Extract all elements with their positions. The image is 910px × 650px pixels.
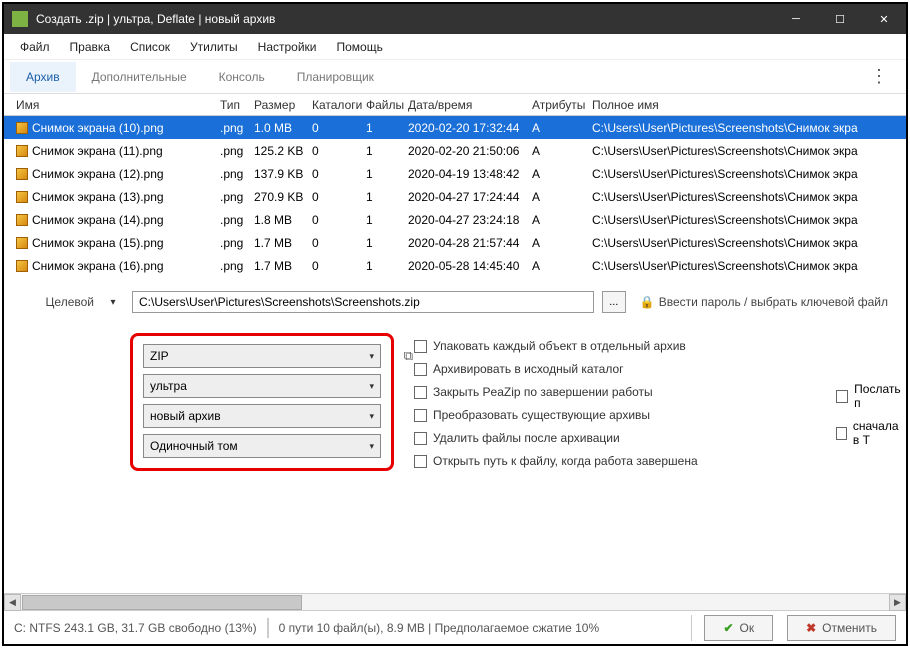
col-name[interactable]: Имя bbox=[12, 98, 216, 112]
check-label: Удалить файлы после архивации bbox=[433, 431, 620, 445]
file-row[interactable]: Снимок экрана (10).png.png1.0 MB012020-0… bbox=[4, 116, 906, 139]
password-link-text: Ввести пароль / выбрать ключевой файл bbox=[659, 295, 888, 309]
chevron-down-icon: ▾ bbox=[369, 351, 374, 362]
level-value: ультра bbox=[150, 379, 187, 393]
file-icon bbox=[16, 168, 28, 180]
target-row: Целевой ▾ ... 🔒 Ввести пароль / выбрать … bbox=[22, 291, 888, 313]
check-label: Закрыть PeaZip по завершении работы bbox=[433, 385, 653, 399]
col-files[interactable]: Файлы bbox=[362, 98, 404, 112]
file-row[interactable]: Снимок экрана (12).png.png137.9 KB012020… bbox=[4, 162, 906, 185]
menu-list[interactable]: Список bbox=[120, 36, 180, 58]
tab-archive[interactable]: Архив bbox=[10, 62, 76, 92]
copy-icon[interactable]: ⧉ bbox=[404, 348, 413, 364]
x-icon: ✖ bbox=[806, 621, 816, 635]
file-row[interactable]: Снимок экрана (15).png.png1.7 MB012020-0… bbox=[4, 231, 906, 254]
check-label: сначала в T bbox=[853, 419, 906, 447]
horizontal-scrollbar[interactable]: ◀ ▶ bbox=[4, 593, 906, 610]
scroll-thumb[interactable] bbox=[22, 595, 302, 610]
file-icon bbox=[16, 237, 28, 249]
check-separate-archives[interactable]: Упаковать каждый объект в отдельный архи… bbox=[414, 339, 698, 353]
file-row[interactable]: Снимок экрана (14).png.png1.8 MB012020-0… bbox=[4, 208, 906, 231]
col-attr[interactable]: Атрибуты bbox=[528, 98, 588, 112]
tabbar: Архив Дополнительные Консоль Планировщик… bbox=[4, 60, 906, 94]
menu-tools[interactable]: Утилиты bbox=[180, 36, 248, 58]
chevron-down-icon: ▾ bbox=[369, 381, 374, 392]
file-row[interactable]: Снимок экрана (16).png.png1.7 MB012020-0… bbox=[4, 254, 906, 277]
right-checkboxes-truncated: Послать п сначала в T bbox=[836, 382, 906, 447]
ok-button[interactable]: ✔ Ок bbox=[704, 615, 773, 641]
check-delete-after[interactable]: Удалить файлы после архивации bbox=[414, 431, 698, 445]
menu-settings[interactable]: Настройки bbox=[248, 36, 327, 58]
menubar: Файл Правка Список Утилиты Настройки Пом… bbox=[4, 34, 906, 60]
cancel-button[interactable]: ✖ Отменить bbox=[787, 615, 896, 641]
level-select[interactable]: ультра ▾ bbox=[143, 374, 381, 398]
archive-info: 0 пути 10 файл(ы), 8.9 MB | Предполагаем… bbox=[279, 621, 600, 635]
col-full[interactable]: Полное имя bbox=[588, 98, 858, 112]
mode-value: новый архив bbox=[150, 409, 221, 423]
col-date[interactable]: Дата/время bbox=[404, 98, 528, 112]
col-type[interactable]: Тип bbox=[216, 98, 250, 112]
file-icon bbox=[16, 214, 28, 226]
minimize-button[interactable]: ─ bbox=[774, 4, 818, 34]
menu-file[interactable]: Файл bbox=[10, 36, 60, 58]
check-label: Архивировать в исходный каталог bbox=[433, 362, 624, 376]
chevron-down-icon: ▾ bbox=[369, 441, 374, 452]
volume-value: Одиночный том bbox=[150, 439, 238, 453]
mode-select[interactable]: новый архив ▾ bbox=[143, 404, 381, 428]
check-open-path-after[interactable]: Открыть путь к файлу, когда работа завер… bbox=[414, 454, 698, 468]
check-icon: ✔ bbox=[723, 621, 733, 635]
col-dirs[interactable]: Каталоги bbox=[308, 98, 362, 112]
file-row[interactable]: Снимок экрана (13).png.png270.9 KB012020… bbox=[4, 185, 906, 208]
check-close-after[interactable]: Закрыть PeaZip по завершении работы bbox=[414, 385, 698, 399]
titlebar: Создать .zip | ультра, Deflate | новый а… bbox=[4, 4, 906, 34]
scroll-right-icon[interactable]: ▶ bbox=[889, 594, 906, 611]
file-icon bbox=[16, 145, 28, 157]
file-row[interactable]: Снимок экрана (11).png.png125.2 KB012020… bbox=[4, 139, 906, 162]
tab-scheduler[interactable]: Планировщик bbox=[281, 62, 390, 92]
menu-edit[interactable]: Правка bbox=[60, 36, 121, 58]
cancel-label: Отменить bbox=[822, 621, 877, 635]
format-select[interactable]: ZIP ▾ bbox=[143, 344, 381, 368]
maximize-button[interactable]: ☐ bbox=[818, 4, 862, 34]
file-icon bbox=[16, 191, 28, 203]
check-label: Упаковать каждый объект в отдельный архи… bbox=[433, 339, 686, 353]
check-label: Преобразовать существующие архивы bbox=[433, 408, 650, 422]
target-path-input[interactable] bbox=[132, 291, 594, 313]
target-label: Целевой bbox=[22, 295, 94, 309]
window-title: Создать .zip | ультра, Deflate | новый а… bbox=[36, 12, 774, 26]
more-icon[interactable]: ⋮ bbox=[858, 66, 900, 87]
tab-console[interactable]: Консоль bbox=[203, 62, 281, 92]
check-convert-existing[interactable]: Преобразовать существующие архивы bbox=[414, 408, 698, 422]
col-size[interactable]: Размер bbox=[250, 98, 308, 112]
format-value: ZIP bbox=[150, 349, 169, 363]
file-list: Имя Тип Размер Каталоги Файлы Дата/время… bbox=[4, 94, 906, 277]
target-dropdown-icon[interactable]: ▾ bbox=[102, 297, 124, 308]
dropdown-highlight-box: ⧉ ZIP▾ ультра▾ новый архив▾ Одиночный то… bbox=[130, 333, 394, 471]
close-button[interactable]: ✕ bbox=[862, 4, 906, 34]
file-icon bbox=[16, 122, 28, 134]
chevron-down-icon: ▾ bbox=[369, 411, 374, 422]
check-first[interactable]: сначала в T bbox=[836, 419, 906, 447]
check-archive-to-source[interactable]: Архивировать в исходный каталог bbox=[414, 362, 698, 376]
column-headers: Имя Тип Размер Каталоги Файлы Дата/время… bbox=[4, 94, 906, 116]
tab-advanced[interactable]: Дополнительные bbox=[76, 62, 203, 92]
check-label: Открыть путь к файлу, когда работа завер… bbox=[433, 454, 698, 468]
disk-status: C: NTFS 243.1 GB, 31.7 GB свободно (13%) bbox=[14, 621, 257, 635]
check-label: Послать п bbox=[854, 382, 906, 410]
password-link[interactable]: 🔒 Ввести пароль / выбрать ключевой файл bbox=[634, 295, 888, 309]
menu-help[interactable]: Помощь bbox=[327, 36, 393, 58]
statusbar: C: NTFS 243.1 GB, 31.7 GB свободно (13%)… bbox=[4, 610, 906, 644]
ok-label: Ок bbox=[740, 621, 755, 635]
volume-select[interactable]: Одиночный том ▾ bbox=[143, 434, 381, 458]
scroll-left-icon[interactable]: ◀ bbox=[4, 594, 21, 611]
lock-icon: 🔒 bbox=[640, 295, 655, 309]
check-send[interactable]: Послать п bbox=[836, 382, 906, 410]
options-checkboxes: Упаковать каждый объект в отдельный архи… bbox=[414, 333, 698, 471]
app-icon bbox=[12, 11, 28, 27]
file-icon bbox=[16, 260, 28, 272]
browse-button[interactable]: ... bbox=[602, 291, 626, 313]
